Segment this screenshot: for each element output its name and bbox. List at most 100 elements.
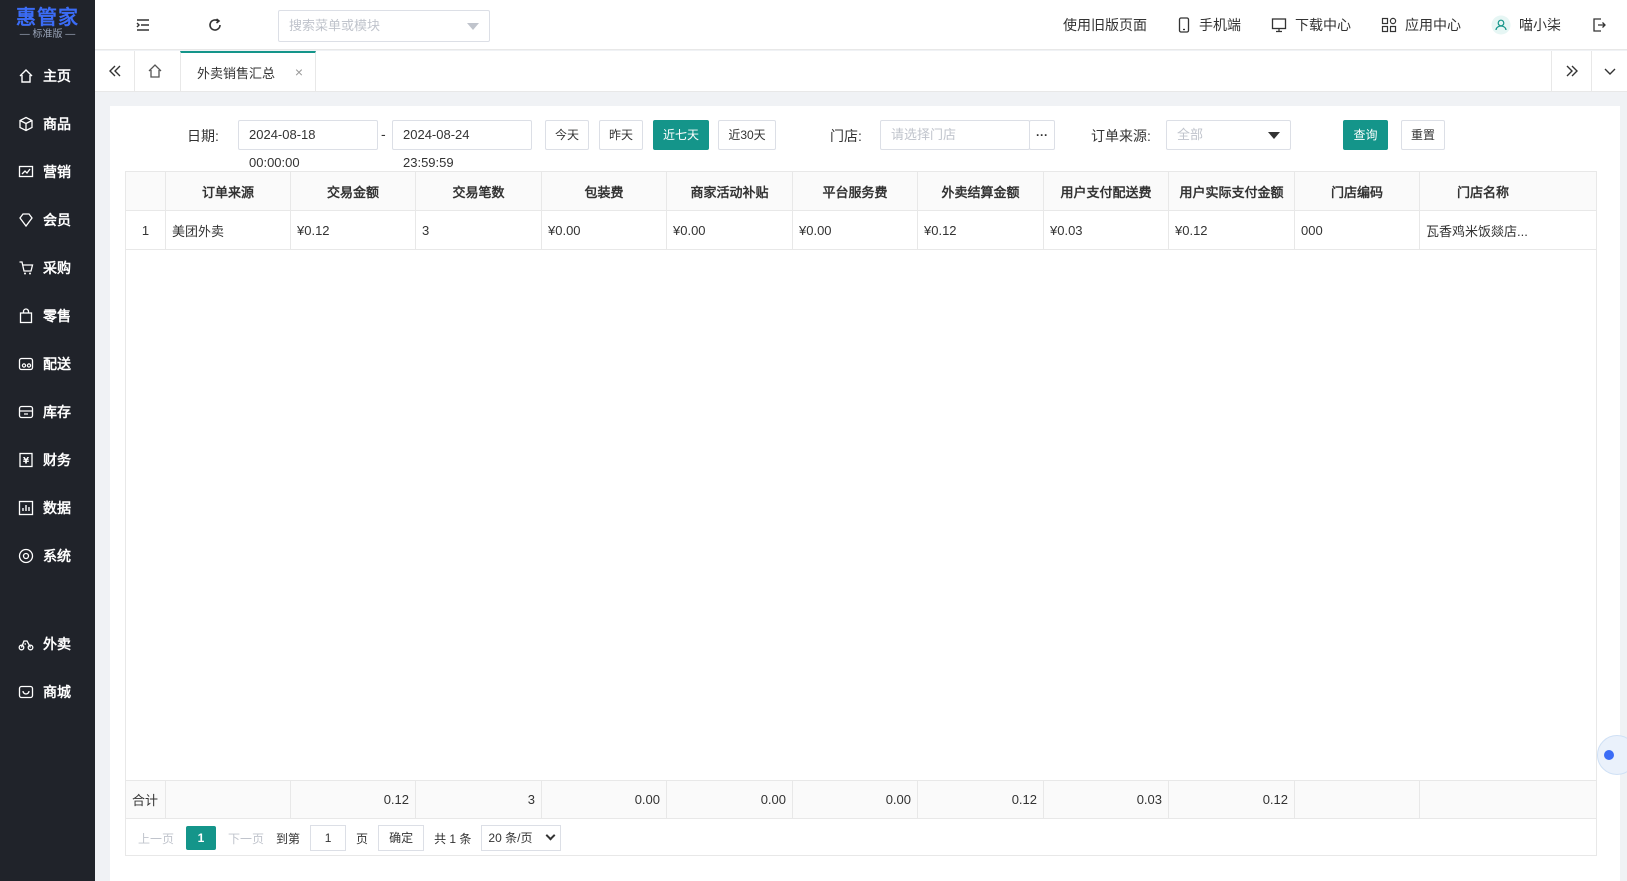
sidebar-item-data[interactable]: 数据 — [0, 484, 95, 532]
next-page-button[interactable]: 下一页 — [228, 830, 264, 847]
close-icon[interactable]: × — [295, 64, 303, 80]
sidebar-item-label: 商品 — [43, 116, 71, 132]
svg-text:¥: ¥ — [23, 457, 30, 467]
tab-takeaway-sales-summary[interactable]: 外卖销售汇总 × — [180, 51, 316, 91]
date-label: 日期: — [187, 128, 219, 144]
sidebar-item-member[interactable]: 会员 — [0, 196, 95, 244]
header-cell[interactable]: 交易笔数 — [416, 172, 542, 210]
page-unit-label: 页 — [356, 831, 369, 846]
store-icon — [18, 684, 34, 700]
cube-icon — [18, 116, 34, 132]
header-cell[interactable]: 外卖结算金额 — [918, 172, 1044, 210]
today-button[interactable]: 今天 — [545, 120, 589, 150]
order-source-select[interactable]: 全部 — [1166, 120, 1291, 150]
header-cell — [126, 172, 166, 210]
sidebar-item-purchase[interactable]: 采购 — [0, 244, 95, 292]
yesterday-button[interactable]: 昨天 — [599, 120, 643, 150]
sidebar-item-mall[interactable]: 商城 — [0, 668, 95, 716]
header-cell[interactable]: 平台服务费 — [793, 172, 918, 210]
menu-search-select[interactable]: 搜索菜单或模块 — [278, 10, 490, 42]
chevron-down-icon — [467, 23, 479, 30]
last-7-days-button[interactable]: 近七天 — [653, 120, 709, 150]
tabs-bar: 外卖销售汇总 × — [95, 51, 1627, 92]
logout-button[interactable] — [1591, 17, 1615, 33]
header-cell[interactable]: 用户实际支付金额 — [1169, 172, 1295, 210]
summary-cell: 0.03 — [1044, 781, 1169, 818]
app-center-link[interactable]: 应用中心 — [1381, 15, 1461, 35]
refresh-icon[interactable] — [205, 15, 225, 35]
download-center-link[interactable]: 下载中心 — [1271, 15, 1351, 35]
sidebar-nav: 主页 商品 营销 会员 采购 零售 配送 库存 ¥ 财务 数据 系统 外卖 商城 — [0, 52, 95, 716]
filter-bar: 日期: 2024-08-18 00:00:00 - 2024-08-24 23:… — [110, 106, 1620, 170]
sidebar-item-delivery[interactable]: 配送 — [0, 340, 95, 388]
order-source-value: 全部 — [1177, 127, 1204, 142]
header-cell[interactable]: 商家活动补贴 — [667, 172, 793, 210]
page-size-value: 20 条/页 — [488, 831, 533, 845]
home-icon — [18, 68, 34, 84]
goto-confirm-button[interactable]: 确定 — [378, 825, 425, 851]
finance-icon: ¥ — [18, 452, 34, 468]
header-cell[interactable]: 订单来源 — [166, 172, 291, 210]
tabs-more-button[interactable] — [1591, 51, 1627, 91]
sidebar-item-finance[interactable]: ¥ 财务 — [0, 436, 95, 484]
end-date-input[interactable]: 2024-08-24 23:59:59 — [392, 120, 532, 170]
sidebar-item-marketing[interactable]: 营销 — [0, 148, 95, 196]
double-chevron-right-icon — [1566, 65, 1578, 77]
mobile-label: 手机端 — [1199, 17, 1241, 33]
sidebar-item-stock[interactable]: 库存 — [0, 388, 95, 436]
sidebar-item-retail[interactable]: 零售 — [0, 292, 95, 340]
header-cell[interactable]: 门店编码 — [1295, 172, 1420, 210]
old-page-link[interactable]: 使用旧版页面 — [1063, 15, 1147, 35]
mobile-link[interactable]: 手机端 — [1177, 15, 1241, 35]
summary-cell: 0.12 — [1169, 781, 1295, 818]
last-30-days-button[interactable]: 近30天 — [718, 120, 776, 150]
table-row[interactable]: 1 美团外卖 ¥0.12 3 ¥0.00 ¥0.00 ¥0.00 ¥0.12 ¥… — [126, 211, 1596, 250]
table-cell: ¥0.00 — [793, 211, 918, 249]
old-page-label: 使用旧版页面 — [1063, 17, 1147, 33]
summary-cell: 0.00 — [667, 781, 793, 818]
logo[interactable]: 惠管家 — 标准版 — — [0, 0, 95, 48]
header-cell[interactable]: 用户支付配送费 — [1044, 172, 1169, 210]
tabs-scroll-right-button[interactable] — [1551, 51, 1591, 91]
goto-label: 到第 — [276, 831, 301, 846]
sidebar-item-home[interactable]: 主页 — [0, 52, 95, 100]
tabs-scroll-left-button[interactable] — [95, 51, 135, 91]
double-chevron-left-icon — [108, 65, 120, 77]
mobile-icon — [1178, 17, 1190, 33]
header-cell[interactable]: 交易金额 — [291, 172, 416, 210]
main-content: 日期: 2024-08-18 00:00:00 - 2024-08-24 23:… — [110, 106, 1620, 881]
data-table: 订单来源 交易金额 交易笔数 包装费 商家活动补贴 平台服务费 外卖结算金额 用… — [125, 171, 1597, 856]
goto-page-input[interactable]: 1 — [310, 825, 347, 851]
store-input[interactable]: 请选择门店 — [880, 120, 1030, 150]
table-summary-row: 合计 0.12 3 0.00 0.00 0.00 0.12 0.03 0.12 — [126, 780, 1596, 819]
tab-label: 外卖销售汇总 — [197, 65, 276, 81]
prev-page-button[interactable]: 上一页 — [138, 830, 174, 847]
header-cell[interactable]: 包装费 — [542, 172, 667, 210]
header-cell[interactable]: 门店名称 — [1420, 172, 1546, 210]
tab-home[interactable] — [135, 51, 175, 91]
start-date-input[interactable]: 2024-08-18 00:00:00 — [238, 120, 378, 170]
menu-toggle-icon[interactable] — [133, 15, 153, 35]
sidebar-item-goods[interactable]: 商品 — [0, 100, 95, 148]
store-picker-button[interactable]: ··· — [1029, 120, 1055, 150]
reset-button[interactable]: 重置 — [1401, 120, 1445, 150]
home-icon — [148, 64, 162, 78]
query-button[interactable]: 查询 — [1343, 120, 1388, 150]
sidebar-item-label: 数据 — [43, 500, 71, 516]
page-size-select[interactable]: 20 条/页 — [481, 825, 562, 851]
table-cell: ¥0.03 — [1044, 211, 1169, 249]
box-icon — [18, 404, 34, 420]
summary-cell — [1295, 781, 1420, 818]
table-cell: ¥0.12 — [918, 211, 1044, 249]
bag-icon — [18, 308, 34, 324]
order-source-label: 订单来源: — [1091, 128, 1151, 144]
monitor-icon — [1271, 18, 1287, 33]
cart-icon — [18, 260, 34, 276]
table-cell: ¥0.00 — [542, 211, 667, 249]
sidebar-item-system[interactable]: 系统 — [0, 532, 95, 580]
apps-label: 应用中心 — [1405, 17, 1461, 33]
user-menu[interactable]: 喵小柒 — [1491, 15, 1561, 35]
sidebar-item-takeaway[interactable]: 外卖 — [0, 620, 95, 668]
date-separator: - — [381, 126, 386, 142]
page-number-current[interactable]: 1 — [186, 826, 217, 850]
